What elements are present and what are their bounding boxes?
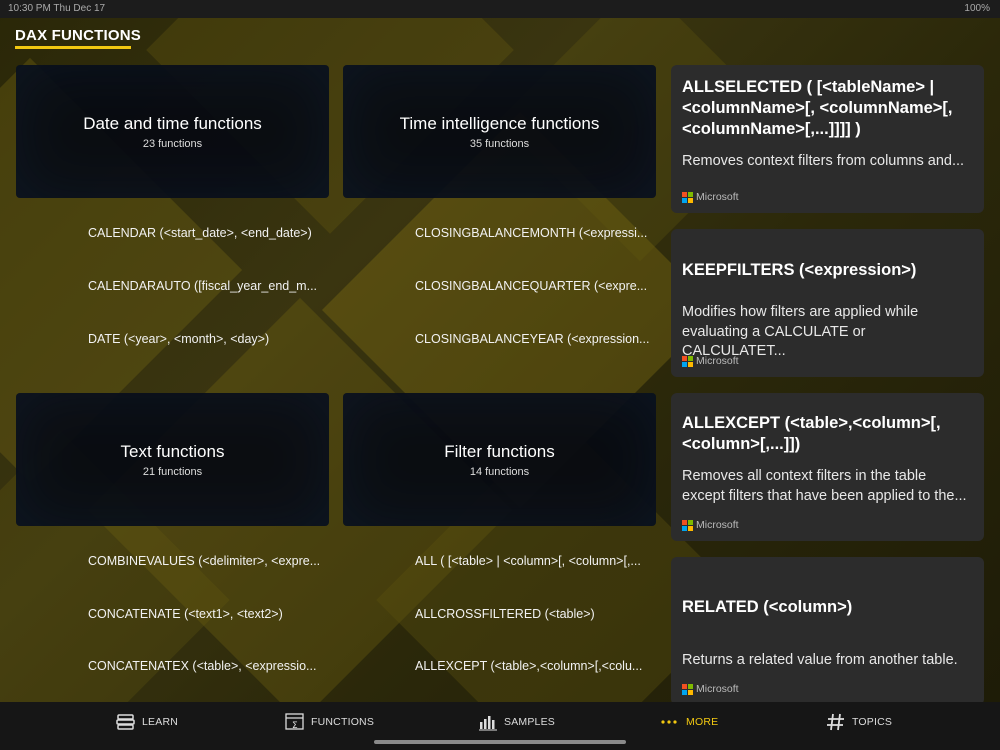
featured-function-card[interactable]: ALLEXCEPT (<table>,<column>[,<column>[,.… (671, 393, 984, 541)
category-title: Date and time functions (83, 114, 262, 133)
function-item[interactable]: ALLEXCEPT (<table>,<column>[,<colu... (415, 659, 655, 673)
card-source: Microsoft (682, 519, 739, 531)
tab-samples[interactable]: SAMPLES (478, 713, 555, 731)
card-description: Removes all context filters in the table… (682, 468, 967, 504)
category-tile-time-intelligence[interactable]: Time intelligence functions 35 functions (343, 65, 656, 198)
category-title: Text functions (120, 442, 225, 461)
category-count: 14 functions (469, 466, 530, 478)
category-tile-filter[interactable]: Filter functions 14 functions (343, 393, 656, 526)
function-item[interactable]: COMBINEVALUES (<delimiter>, <expre... (88, 554, 328, 568)
featured-function-card[interactable]: ALLSELECTED ( [<tableName> | <columnName… (671, 65, 984, 213)
category-title: Filter functions (444, 442, 555, 461)
card-source: Microsoft (682, 683, 739, 695)
tab-topics[interactable]: TOPICS (826, 713, 892, 731)
featured-function-card[interactable]: RELATED (<column>) Returns a related val… (671, 557, 984, 705)
source-label: Microsoft (696, 519, 739, 531)
bar-chart-icon (478, 713, 498, 731)
function-item[interactable]: CLOSINGBALANCEQUARTER (<expre... (415, 279, 655, 293)
category-count: 35 functions (469, 138, 530, 150)
category-tile-date-time[interactable]: Date and time functions 23 functions (16, 65, 329, 198)
category-count: 23 functions (142, 138, 203, 150)
microsoft-logo-icon (682, 683, 693, 695)
status-time: 10:30 PM Thu Dec 17 (8, 3, 106, 14)
microsoft-logo-icon (682, 355, 693, 367)
function-sigma-icon: Σ (285, 713, 305, 731)
card-description: Modifies how filters are applied while e… (682, 304, 919, 359)
function-item[interactable]: CALENDARAUTO ([fiscal_year_end_m... (88, 279, 328, 293)
title-underline (15, 46, 131, 49)
card-source: Microsoft (682, 355, 739, 367)
tab-label: LEARN (142, 716, 179, 728)
tab-functions[interactable]: Σ FUNCTIONS (285, 713, 374, 731)
card-title: ALLEXCEPT (<table>,<column>[,<column>[,.… (682, 414, 941, 453)
source-label: Microsoft (696, 355, 739, 367)
home-indicator[interactable] (374, 740, 626, 744)
function-item[interactable]: DATE (<year>, <month>, <day>) (88, 332, 328, 346)
card-description: Removes context filters from columns and… (682, 153, 965, 169)
featured-function-card[interactable]: KEEPFILTERS (<expression>) Modifies how … (671, 229, 984, 377)
function-item[interactable]: ALL ( [<table> | <column>[, <column>[,..… (415, 554, 655, 568)
card-title: ALLSELECTED ( [<tableName> | <columnName… (682, 78, 953, 138)
svg-text:Σ: Σ (292, 721, 298, 731)
ellipsis-icon (660, 713, 680, 731)
microsoft-logo-icon (682, 191, 693, 203)
tab-label: SAMPLES (504, 716, 556, 728)
card-title: KEEPFILTERS (<expression>) (682, 261, 917, 279)
hashtag-icon (826, 713, 846, 731)
card-description: Returns a related value from another tab… (682, 652, 958, 668)
source-label: Microsoft (696, 683, 739, 695)
function-item[interactable]: ALLCROSSFILTERED (<table>) (415, 607, 655, 621)
source-label: Microsoft (696, 191, 739, 203)
category-tile-text[interactable]: Text functions 21 functions (16, 393, 329, 526)
status-bar: 10:30 PM Thu Dec 17 100% (0, 0, 1000, 18)
category-title: Time intelligence functions (399, 114, 600, 133)
battery-level: 100% (964, 3, 990, 14)
function-item[interactable]: CLOSINGBALANCEMONTH (<expressi... (415, 226, 655, 240)
function-item[interactable]: CALENDAR (<start_date>, <end_date>) (88, 226, 328, 240)
microsoft-logo-icon (682, 519, 693, 531)
tab-label: FUNCTIONS (311, 716, 375, 728)
tab-label: MORE (686, 716, 719, 728)
page-title: DAX FUNCTIONS (15, 27, 141, 44)
function-item[interactable]: CONCATENATE (<text1>, <text2>) (88, 607, 328, 621)
tab-more[interactable]: MORE (660, 713, 718, 731)
tab-label: TOPICS (852, 716, 893, 728)
card-source: Microsoft (682, 191, 739, 203)
book-stack-icon (116, 713, 136, 731)
category-count: 21 functions (142, 466, 203, 478)
function-item[interactable]: CONCATENATEX (<table>, <expressio... (88, 659, 328, 673)
card-title: RELATED (<column>) (682, 598, 853, 616)
tab-learn[interactable]: LEARN (116, 713, 178, 731)
function-item[interactable]: CLOSINGBALANCEYEAR (<expression... (415, 332, 655, 346)
